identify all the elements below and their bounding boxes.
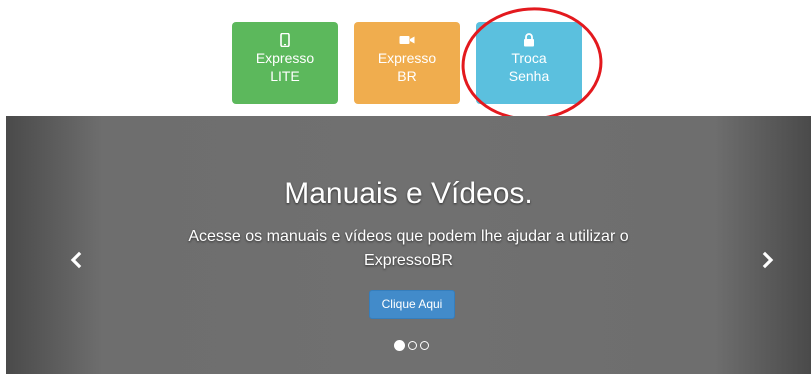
slide-description: Acesse os manuais e vídeos que podem lhe…	[188, 228, 629, 269]
expresso-lite-label: Expresso LITE	[255, 50, 315, 84]
slide-title: Manuais e Vídeos.	[284, 177, 533, 210]
carousel-indicators	[392, 340, 432, 352]
troca-senha-label: Troca Senha	[508, 50, 550, 84]
expresso-br-button[interactable]: Expresso BR	[354, 22, 460, 104]
carousel-indicator-3[interactable]	[420, 341, 429, 350]
expresso-br-label: Expresso BR	[377, 50, 437, 84]
chevron-right-icon	[762, 251, 774, 269]
carousel-indicator-2[interactable]	[408, 341, 417, 350]
carousel-next-button[interactable]	[758, 250, 778, 270]
mobile-phone-icon	[232, 32, 338, 48]
clique-aqui-button[interactable]: Clique Aqui	[369, 290, 455, 319]
expresso-lite-button[interactable]: Expresso LITE	[232, 22, 338, 104]
carousel: Manuais e Vídeos. Acesse os manuais e ví…	[6, 116, 811, 374]
carousel-indicator-1[interactable]	[394, 340, 405, 351]
page: Expresso LITE Expresso BR Troca Senha Ma…	[0, 0, 811, 374]
video-camera-icon	[354, 33, 460, 47]
carousel-prev-button[interactable]	[66, 250, 86, 270]
lock-icon	[476, 33, 582, 47]
chevron-left-icon	[70, 251, 82, 269]
troca-senha-button[interactable]: Troca Senha	[476, 22, 582, 104]
